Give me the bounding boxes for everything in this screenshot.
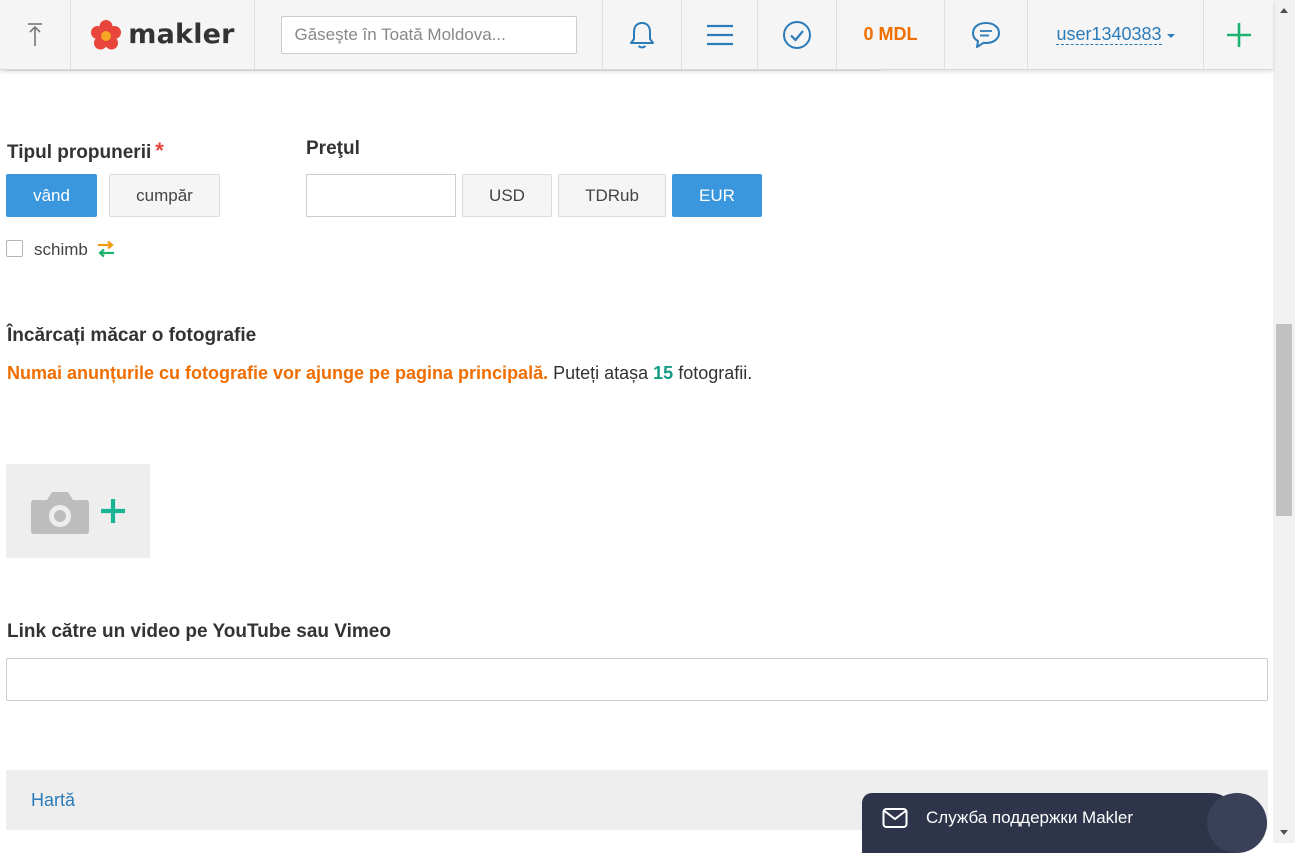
photos-notice: Numai anunțurile cu fotografie vor ajung…: [7, 363, 752, 384]
top-navbar: makler 0 MDL user1340383: [0, 0, 1273, 70]
hamburger-menu-icon: [706, 24, 733, 45]
notifications-button[interactable]: [603, 0, 682, 69]
video-link-input[interactable]: [6, 658, 1268, 701]
chat-bubble-icon: [972, 21, 1000, 48]
plus-icon: [1226, 22, 1251, 47]
currency-usd-button[interactable]: USD: [462, 174, 552, 217]
check-circle-icon: [783, 20, 811, 49]
photos-title: Încărcați măcar o fotografie: [7, 325, 257, 346]
balance-amount: 0 MDL: [863, 24, 918, 44]
photos-notice-prefix: Puteți atașa: [548, 363, 654, 383]
offer-type-label: Tipul propunerii *: [7, 138, 164, 164]
username-link[interactable]: user1340383: [1056, 24, 1162, 45]
add-listing-button[interactable]: [1204, 0, 1273, 69]
offer-buy-button[interactable]: cumpăr: [109, 174, 220, 217]
menu-button[interactable]: [682, 0, 758, 69]
video-link-label: Link către un video pe YouTube sau Vimeo: [7, 621, 391, 642]
scroll-to-top-button[interactable]: [0, 0, 71, 69]
exchange-checkbox[interactable]: [6, 240, 23, 257]
arrow-up-to-line-icon: [28, 22, 42, 46]
exchange-label[interactable]: schimb: [34, 240, 88, 260]
photos-notice-highlight: Numai anunțurile cu fotografie vor ajung…: [7, 363, 549, 383]
page-scrollbar[interactable]: [1273, 0, 1295, 843]
envelope-icon: [882, 808, 908, 828]
offer-type-label-text: Tipul propunerii: [7, 142, 152, 163]
logo-text: makler: [128, 19, 235, 50]
map-section-label[interactable]: Hartă: [31, 790, 75, 811]
exchange-arrows-icon: [98, 240, 114, 258]
price-input[interactable]: [306, 174, 456, 217]
user-menu-button[interactable]: user1340383: [1028, 0, 1204, 69]
messages-button[interactable]: [945, 0, 1028, 69]
flower-logo-icon: [91, 19, 122, 49]
bell-icon: [630, 21, 654, 48]
support-chat-widget[interactable]: Служба поддержки Makler: [862, 793, 1267, 853]
search-input[interactable]: [280, 15, 577, 54]
camera-icon: [31, 492, 89, 534]
price-label: Preţul: [306, 138, 360, 159]
search-container: [255, 0, 603, 69]
photos-max-count: 15: [653, 363, 674, 383]
scroll-thumb[interactable]: [1276, 324, 1292, 516]
offer-sell-button[interactable]: vând: [6, 174, 97, 217]
scroll-down-arrow-icon[interactable]: [1280, 830, 1288, 835]
currency-tdrub-button[interactable]: TDRub: [558, 174, 666, 217]
makler-logo[interactable]: makler: [71, 0, 255, 69]
scroll-up-arrow-icon[interactable]: [1280, 8, 1288, 13]
support-chat-label[interactable]: Служба поддержки Makler: [926, 808, 1133, 828]
caret-down-icon: [1166, 34, 1175, 38]
balance-button[interactable]: 0 MDL: [837, 0, 945, 69]
support-decorative-circle: [1207, 793, 1267, 853]
add-photo-plus-icon: [101, 499, 125, 523]
my-ads-button[interactable]: [758, 0, 837, 69]
required-asterisk: *: [155, 138, 164, 163]
photos-notice-suffix: fotografii.: [673, 363, 753, 383]
photo-upload-button[interactable]: [6, 464, 150, 558]
currency-eur-button[interactable]: EUR: [672, 174, 762, 217]
